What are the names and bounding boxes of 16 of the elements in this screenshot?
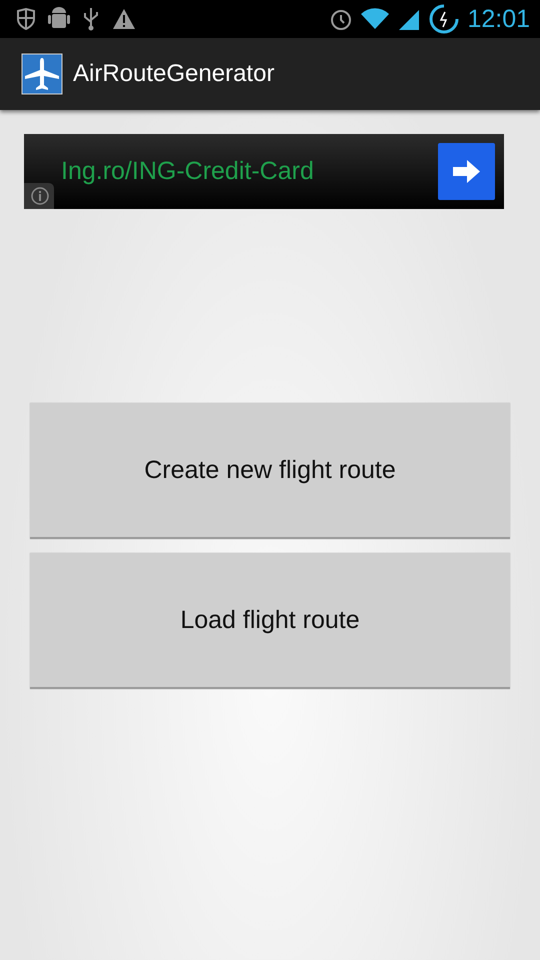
battery-charging-icon bbox=[429, 4, 460, 34]
clock-time: 12:01 bbox=[467, 4, 530, 34]
menu-button[interactable]: Load flight route bbox=[30, 553, 510, 689]
shield-icon bbox=[16, 8, 36, 30]
android-icon bbox=[48, 7, 70, 31]
alarm-icon bbox=[329, 7, 354, 31]
app-title: AirRouteGenerator bbox=[73, 60, 274, 88]
wifi-icon bbox=[361, 8, 390, 30]
arrow-button-icon[interactable] bbox=[438, 143, 495, 200]
warning-icon bbox=[112, 8, 136, 30]
ad-banner[interactable]: Ing.ro/ING-Credit-Card bbox=[24, 134, 504, 209]
ad-link[interactable]: Ing.ro/ING-Credit-Card bbox=[61, 157, 314, 186]
menu-button[interactable]: Create new flight route bbox=[30, 403, 510, 539]
info-icon[interactable] bbox=[24, 183, 54, 209]
usb-icon bbox=[82, 7, 100, 31]
airplane-icon bbox=[21, 53, 63, 95]
